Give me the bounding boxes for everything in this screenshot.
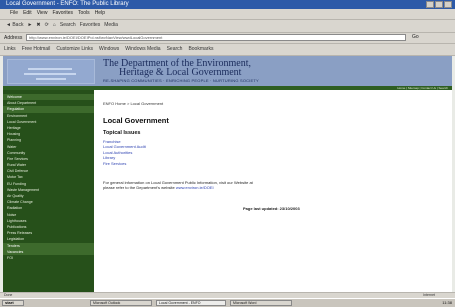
menu-edit[interactable]: Edit bbox=[23, 10, 32, 16]
menu-help[interactable]: Help bbox=[95, 10, 105, 16]
menu-view[interactable]: View bbox=[37, 10, 48, 16]
maximize-button[interactable] bbox=[435, 1, 443, 8]
sidebar-nav: Welcome About Department Regulation Environ… bbox=[3, 94, 94, 261]
address-bar: Address http://www.environ.ie/DOEI/DOEIP… bbox=[0, 33, 455, 44]
minimize-button[interactable] bbox=[426, 1, 434, 8]
menu-file[interactable]: File bbox=[10, 10, 18, 16]
taskbar-item[interactable]: Microsoft Word bbox=[230, 300, 292, 306]
site-tagline: RE-SHAPING COMMUNITIES · ENRICHING PEOPL… bbox=[103, 78, 259, 83]
link-bookmarks[interactable]: Bookmarks bbox=[188, 46, 213, 52]
menu-bar: File Edit View Favorites Tools Help bbox=[0, 9, 455, 20]
department-name-line2: Heritage & Local Government bbox=[119, 67, 242, 78]
home-button[interactable]: ⌂ bbox=[53, 22, 56, 28]
favorites-label: Favorites bbox=[79, 22, 101, 28]
system-clock: 11:38 bbox=[442, 300, 452, 305]
topical-link[interactable]: Fire Services bbox=[103, 161, 146, 166]
sidebar-item[interactable]: FOI bbox=[3, 255, 94, 261]
address-label: Address bbox=[4, 35, 23, 41]
logo-mark bbox=[36, 78, 66, 80]
info-text-2: please refer to the Department's website bbox=[103, 185, 175, 191]
site-utility-links[interactable]: Home | Sitemap | Contact Us | Search bbox=[397, 86, 448, 90]
back-label: Back bbox=[12, 22, 24, 28]
web-page: The Department of the Environment, Herit… bbox=[3, 56, 452, 292]
last-updated: Page last updated: 23/10/2003 bbox=[243, 206, 300, 211]
taskbar-item-active[interactable]: Local Government - ENFO bbox=[156, 300, 226, 306]
topical-issues-heading: Topical Issues bbox=[103, 130, 141, 136]
toolbar: ◄ Back ► ✖ ⟳ ⌂ Search Favorites Media bbox=[0, 20, 455, 33]
close-button[interactable] bbox=[444, 1, 452, 8]
go-button[interactable]: Go bbox=[412, 34, 419, 40]
links-label: Links bbox=[4, 46, 16, 52]
breadcrumb[interactable]: ENFO Home > Local Government bbox=[103, 101, 163, 106]
search-button[interactable]: Search bbox=[60, 22, 76, 28]
status-text: Done bbox=[4, 293, 13, 297]
menu-tools[interactable]: Tools bbox=[78, 10, 90, 16]
media-label: Media bbox=[104, 22, 118, 28]
back-button[interactable]: ◄ Back bbox=[6, 22, 23, 28]
media-button[interactable]: Media bbox=[104, 22, 118, 28]
link-windows-media[interactable]: Windows Media bbox=[125, 46, 160, 52]
security-zone: Internet bbox=[423, 293, 435, 297]
site-banner: The Department of the Environment, Herit… bbox=[3, 56, 452, 86]
forward-button[interactable]: ► bbox=[27, 22, 32, 28]
links-toolbar: Links Free Hotmail Customize Links Windo… bbox=[0, 44, 455, 56]
topical-links: Franchise Local Government Audit Local A… bbox=[103, 139, 146, 166]
taskbar-item[interactable]: Microsoft Outlook bbox=[90, 300, 152, 306]
menu-favorites[interactable]: Favorites bbox=[52, 10, 73, 16]
stop-button[interactable]: ✖ bbox=[36, 22, 40, 28]
start-button[interactable]: start bbox=[2, 300, 24, 306]
window-title: Local Government - ENFO: The Public Libr… bbox=[6, 1, 129, 7]
link-hotmail[interactable]: Free Hotmail bbox=[22, 46, 51, 52]
refresh-button[interactable]: ⟳ bbox=[45, 22, 49, 28]
window-title-bar: Local Government - ENFO: The Public Libr… bbox=[0, 0, 455, 9]
info-link[interactable]: www.environ.ie/DOEI bbox=[176, 185, 214, 190]
logo-mark bbox=[28, 68, 72, 70]
address-input[interactable]: http://www.environ.ie/DOEI/DOEIPol.nsf/w… bbox=[26, 34, 406, 41]
window-controls bbox=[426, 1, 452, 8]
logo-mark bbox=[24, 73, 76, 75]
link-windows[interactable]: Windows bbox=[99, 46, 119, 52]
link-search[interactable]: Search bbox=[167, 46, 183, 52]
search-label: Search bbox=[59, 22, 76, 28]
favorites-button[interactable]: Favorites bbox=[80, 22, 101, 28]
sidebar: Welcome About Department Regulation Environ… bbox=[3, 90, 94, 292]
info-paragraph: For general information on Local Governm… bbox=[103, 180, 343, 190]
site-logo[interactable] bbox=[7, 59, 95, 84]
page-title: Local Government bbox=[103, 116, 169, 125]
link-customize[interactable]: Customize Links bbox=[56, 46, 93, 52]
